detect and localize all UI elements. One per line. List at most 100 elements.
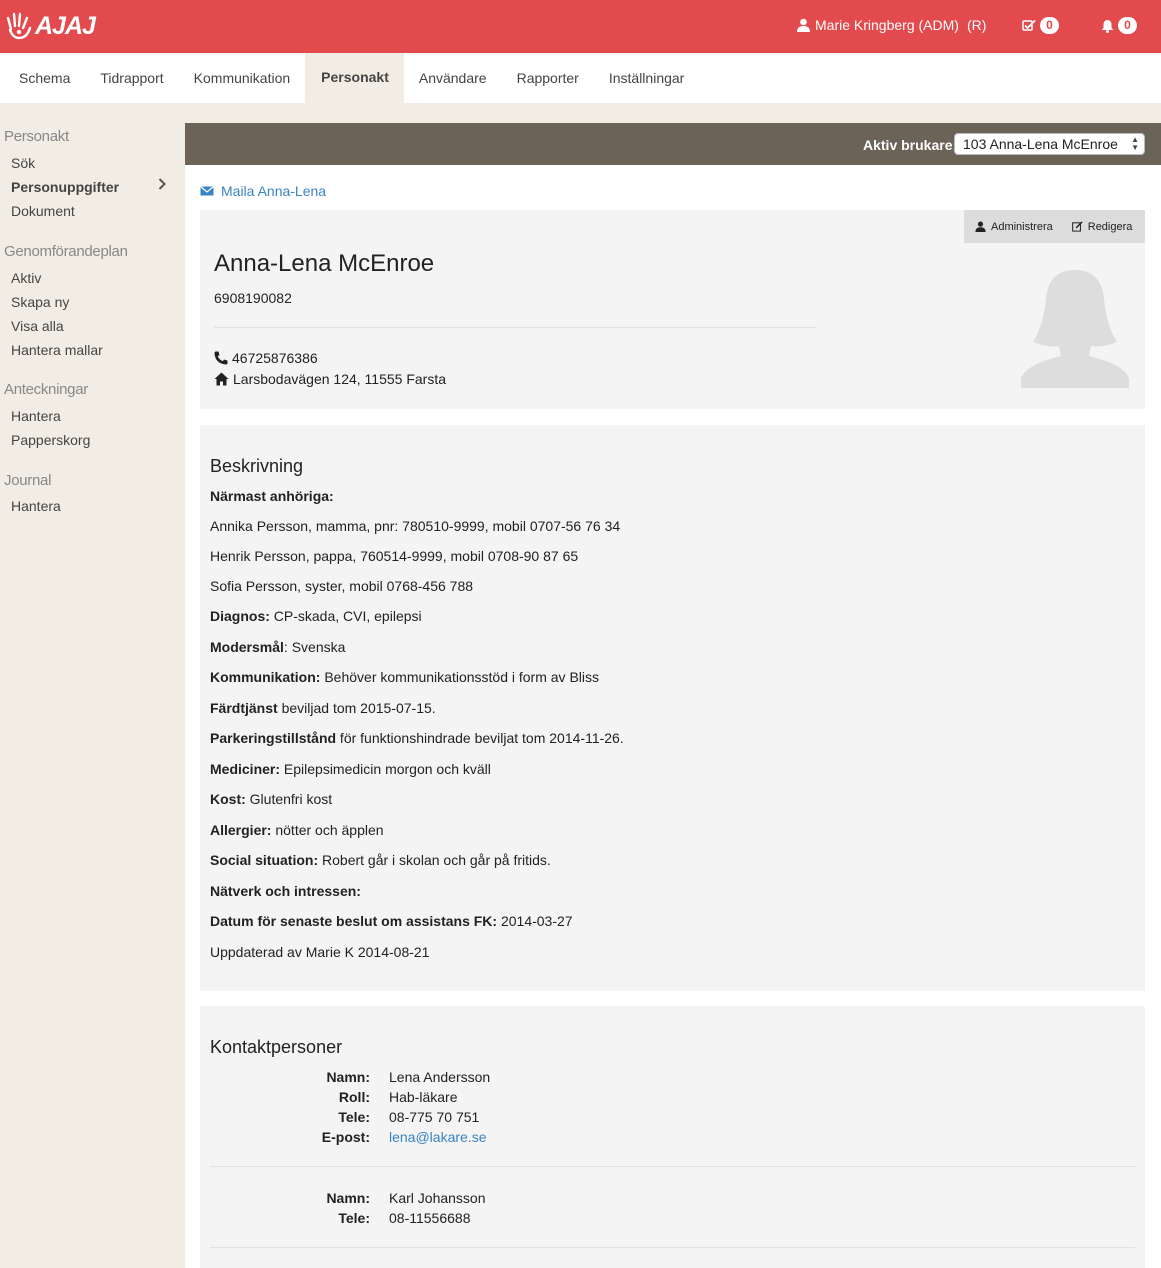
- description-line-text: Robert går i skolan och går på fritids.: [318, 852, 551, 868]
- description-line: Kost: Glutenfri kost: [210, 791, 332, 807]
- current-user-name: Marie Kringberg (ADM): [815, 17, 959, 33]
- tasks-button[interactable]: 0: [1022, 17, 1059, 34]
- description-line-label: Diagnos:: [210, 608, 270, 624]
- sidebar-item-skapa-ny[interactable]: Skapa ny: [11, 294, 69, 310]
- contact-1-role: Hab-läkare: [389, 1089, 458, 1105]
- sidebar-heading-anteckningar: Anteckningar: [4, 381, 88, 398]
- person-address: Larsbodavägen 124, 11555 Farsta: [214, 371, 446, 387]
- person-phone: 46725876386: [214, 350, 318, 366]
- person-address-text: Larsbodavägen 124, 11555 Farsta: [233, 371, 447, 387]
- contact-1-name-label: Namn:: [326, 1069, 370, 1085]
- sidebar-item-hantera-anteckningar[interactable]: Hantera: [11, 408, 61, 424]
- description-line-text: Glutenfri kost: [245, 791, 333, 807]
- logo-text: AJAJ: [35, 11, 96, 40]
- mail-link[interactable]: Maila Anna-Lena: [200, 183, 326, 199]
- contact-2-name-label: Namn:: [326, 1190, 370, 1206]
- sidebar: Personakt Sök Personuppgifter Dokument G…: [0, 123, 185, 1268]
- description-line: Social situation: Robert går i skolan oc…: [210, 852, 551, 868]
- contact-1-role-label: Roll:: [338, 1089, 370, 1105]
- tab-installningar[interactable]: Inställningar: [594, 53, 700, 103]
- description-line-text: Epilepsimedicin morgon och kväll: [280, 761, 491, 777]
- contact-1-email-label: E-post:: [321, 1129, 370, 1145]
- contact-1-phone-label: Tele:: [338, 1109, 370, 1125]
- avatar-placeholder-icon: [1021, 270, 1129, 388]
- notifications-button[interactable]: 0: [1101, 17, 1137, 34]
- contact-2-name: Karl Johansson: [389, 1190, 486, 1206]
- description-line: Färdtjänst beviljad tom 2015-07-15.: [210, 700, 436, 716]
- sidebar-item-hantera-mallar[interactable]: Hantera mallar: [11, 342, 103, 358]
- active-user-label: Aktiv brukare:: [863, 137, 958, 153]
- description-line-label: Datum för senaste beslut om assistans FK…: [210, 913, 498, 929]
- person-phone-number: 46725876386: [232, 350, 318, 366]
- user-icon: [797, 18, 810, 32]
- description-line: Parkeringstillstånd för funktionshindrad…: [210, 730, 624, 746]
- current-user-role: (R): [966, 17, 987, 33]
- description-line: Datum för senaste beslut om assistans FK…: [210, 913, 573, 929]
- description-line-label: Kommunikation:: [210, 669, 321, 685]
- sidebar-heading-genomforandeplan: Genomförandeplan: [4, 243, 128, 260]
- contact-1-email-link[interactable]: lena@lakare.se: [389, 1129, 487, 1145]
- phone-icon: [214, 351, 228, 365]
- sidebar-item-personuppgifter[interactable]: Personuppgifter: [11, 179, 119, 195]
- description-line: Uppdaterad av Marie K 2014-08-21: [210, 944, 429, 960]
- description-line: Närmast anhöriga:: [210, 488, 334, 504]
- description-line-text: 2014-03-27: [497, 913, 573, 929]
- tab-tidrapport[interactable]: Tidrapport: [85, 53, 178, 103]
- description-line: Sofia Persson, syster, mobil 0768-456 78…: [210, 578, 473, 594]
- description-line-text: Behöver kommunikationsstöd i form av Bli…: [320, 669, 600, 685]
- person-name: Anna-Lena McEnroe: [214, 250, 435, 277]
- envelope-icon: [200, 186, 214, 196]
- main-nav: Schema Tidrapport Kommunikation Personak…: [0, 53, 1161, 103]
- current-user-menu[interactable]: Marie Kringberg (ADM) (R): [797, 17, 986, 33]
- description-line-text: Uppdaterad av Marie K 2014-08-21: [210, 944, 430, 960]
- profile-actions: Administrera Redigera: [964, 210, 1145, 243]
- description-line-label: Färdtjänst: [210, 700, 278, 716]
- description-line: Diagnos: CP-skada, CVI, epilepsi: [210, 608, 422, 624]
- active-user-selected-value: 103 Anna-Lena McEnroe: [963, 136, 1118, 152]
- redigera-label: Redigera: [1087, 220, 1133, 233]
- description-card: Beskrivning Närmast anhöriga: Annika Pers…: [200, 425, 1145, 991]
- description-line-text: : Svenska: [283, 639, 346, 655]
- administrera-button[interactable]: Administrera: [975, 221, 1053, 233]
- description-line: Modersmål: Svenska: [210, 639, 345, 655]
- app-logo[interactable]: AJAJ: [5, 11, 96, 41]
- checkbox-edit-icon: [1022, 19, 1036, 31]
- description-line-label: Modersmål: [210, 639, 284, 655]
- contact-2-phone: 08-11556688: [389, 1210, 471, 1226]
- edit-icon: [1071, 221, 1083, 232]
- description-line-label: Närmast anhöriga:: [210, 488, 334, 504]
- description-line: Allergier: nötter och äpplen: [210, 822, 384, 838]
- person-id-number: 6908190082: [214, 290, 292, 306]
- sidebar-item-dokument[interactable]: Dokument: [11, 203, 75, 219]
- description-title: Beskrivning: [210, 456, 304, 476]
- tab-rapporter[interactable]: Rapporter: [502, 53, 594, 103]
- top-bar: AJAJ Marie Kringberg (ADM) (R) 0 0: [0, 0, 1161, 53]
- active-user-bar: Aktiv brukare: 103 Anna-Lena McEnroe ▲ ▼: [185, 123, 1161, 165]
- description-line-text: beviljad tom 2015-07-15.: [277, 700, 436, 716]
- sidebar-item-papperskorg[interactable]: Papperskorg: [11, 432, 90, 448]
- contacts-title: Kontaktpersoner: [210, 1037, 343, 1057]
- description-line-label: Parkeringstillstånd: [210, 730, 337, 746]
- mail-link-text: Maila Anna-Lena: [221, 183, 327, 199]
- redigera-button[interactable]: Redigera: [1071, 220, 1133, 233]
- profile-divider: [214, 327, 816, 328]
- description-line-label: Social situation:: [210, 852, 319, 868]
- description-line: Annika Persson, mamma, pnr: 780510-9999,…: [210, 518, 620, 534]
- tab-anvandare[interactable]: Användare: [404, 53, 502, 103]
- tasks-count-badge: 0: [1040, 17, 1059, 34]
- description-line: Kommunikation: Behöver kommunikationsstö…: [210, 669, 599, 685]
- sidebar-item-aktiv[interactable]: Aktiv: [11, 270, 41, 286]
- contact-2-phone-label: Tele:: [338, 1210, 370, 1226]
- description-line: Nätverk och intressen:: [210, 883, 361, 899]
- sidebar-item-hantera-journal[interactable]: Hantera: [11, 498, 61, 514]
- sidebar-item-sok[interactable]: Sök: [11, 155, 35, 171]
- active-user-select[interactable]: 103 Anna-Lena McEnroe ▲ ▼: [954, 133, 1145, 155]
- description-line-label: Kost:: [210, 791, 246, 807]
- sidebar-heading-personakt: Personakt: [4, 128, 69, 145]
- home-icon: [214, 372, 229, 386]
- sidebar-item-visa-alla[interactable]: Visa alla: [11, 318, 64, 334]
- description-line-label: Allergier:: [210, 822, 272, 838]
- tab-schema[interactable]: Schema: [0, 53, 85, 103]
- tab-personakt[interactable]: Personakt: [305, 53, 404, 103]
- tab-kommunikation[interactable]: Kommunikation: [179, 53, 306, 103]
